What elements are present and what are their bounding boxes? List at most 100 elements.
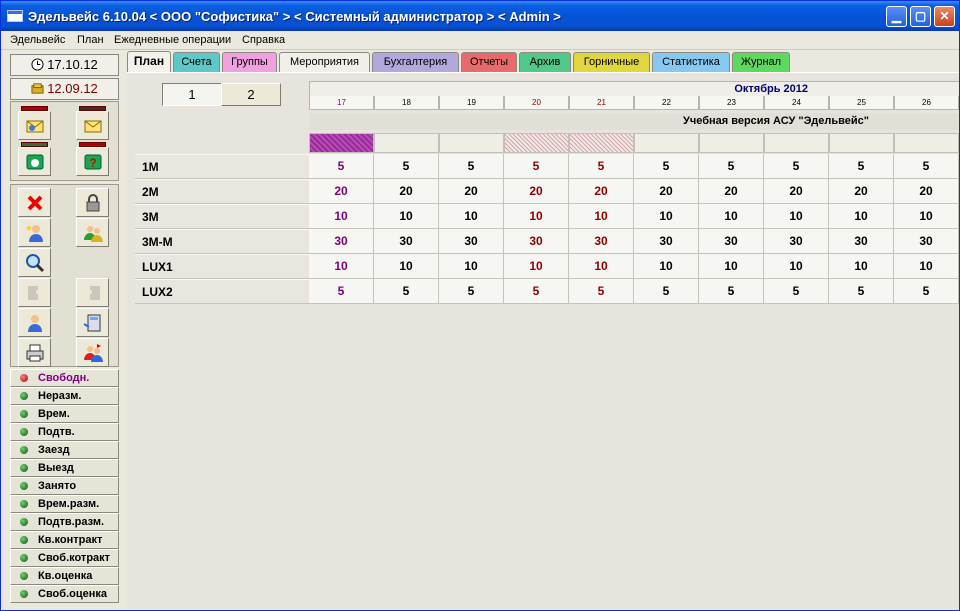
availability-cell[interactable]: 10 [894,204,959,229]
availability-cell[interactable]: 5 [504,154,569,179]
tab-1[interactable]: Счета [173,52,220,72]
maximize-button[interactable]: ▢ [910,6,931,27]
page-2-button[interactable]: 2 [221,83,281,106]
availability-cell[interactable]: 10 [829,254,894,279]
availability-cell[interactable]: 20 [894,179,959,204]
availability-cell[interactable]: 10 [309,204,374,229]
status-item[interactable]: Врем. [10,405,119,423]
room-type-label[interactable]: LUX1 [135,254,309,279]
availability-cell[interactable]: 10 [439,204,504,229]
tab-2[interactable]: Группы [222,52,277,72]
search-button[interactable] [18,248,51,277]
phone-button[interactable] [18,142,51,176]
room-type-label[interactable]: 3M-M [135,229,309,254]
menu-edelweiss[interactable]: Эдельвейс [10,34,65,46]
availability-cell[interactable]: 5 [374,154,439,179]
tab-5[interactable]: Отчеты [461,52,517,72]
availability-cell[interactable]: 10 [699,254,764,279]
occupancy-cell[interactable] [439,133,504,153]
room-type-label[interactable]: LUX2 [135,279,309,304]
delete-button[interactable] [18,188,51,217]
status-item[interactable]: Неразм. [10,387,119,405]
tab-3[interactable]: Мероприятия [279,52,370,72]
availability-cell[interactable]: 30 [504,229,569,254]
menu-daily-operations[interactable]: Ежедневные операции [114,34,231,46]
occupancy-cell[interactable] [569,133,634,153]
inbox-button[interactable] [18,106,51,140]
status-item[interactable]: Заезд [10,441,119,459]
status-item[interactable]: Кв.оценка [10,567,119,585]
occupancy-cell[interactable] [829,133,894,153]
occupancy-cell[interactable] [699,133,764,153]
availability-cell[interactable]: 30 [634,229,699,254]
room-type-label[interactable]: 2M [135,179,309,204]
availability-cell[interactable]: 10 [764,204,829,229]
print-button[interactable] [18,338,51,367]
availability-cell[interactable]: 10 [764,254,829,279]
availability-cell[interactable]: 30 [439,229,504,254]
current-date-button[interactable]: 17.10.12 [10,54,119,76]
tab-0[interactable]: План [127,51,171,73]
availability-cell[interactable]: 20 [569,179,634,204]
availability-cell[interactable]: 5 [699,279,764,304]
occupancy-cell[interactable] [894,133,959,153]
availability-cell[interactable]: 10 [569,254,634,279]
availability-cell[interactable]: 5 [764,279,829,304]
availability-cell[interactable]: 5 [439,279,504,304]
billing-date-button[interactable]: 12.09.12 [10,78,119,100]
close-button[interactable]: ✕ [934,6,955,27]
availability-cell[interactable]: 20 [439,179,504,204]
availability-cell[interactable]: 30 [699,229,764,254]
availability-cell[interactable]: 30 [829,229,894,254]
availability-cell[interactable]: 20 [504,179,569,204]
availability-cell[interactable]: 5 [439,154,504,179]
availability-cell[interactable]: 5 [634,154,699,179]
availability-cell[interactable]: 10 [504,254,569,279]
menu-help[interactable]: Справка [242,34,285,46]
room-type-label[interactable]: 3M [135,204,309,229]
availability-cell[interactable]: 5 [894,279,959,304]
availability-cell[interactable]: 10 [504,204,569,229]
availability-cell[interactable]: 10 [699,204,764,229]
availability-cell[interactable]: 10 [634,254,699,279]
availability-cell[interactable]: 10 [309,254,374,279]
status-item[interactable]: Своб.оценка [10,585,119,603]
tab-9[interactable]: Журнал [732,52,790,72]
menu-plan[interactable]: План [77,34,104,46]
availability-cell[interactable]: 30 [764,229,829,254]
tab-7[interactable]: Горничные [573,52,650,72]
availability-cell[interactable]: 20 [309,179,374,204]
availability-cell[interactable]: 5 [309,154,374,179]
availability-cell[interactable]: 10 [569,204,634,229]
status-item[interactable]: Занято [10,477,119,495]
availability-cell[interactable]: 10 [829,204,894,229]
room-type-label[interactable]: 1M [135,154,309,179]
calculator-button[interactable] [76,308,109,337]
availability-cell[interactable]: 5 [894,154,959,179]
puzzle-left-button[interactable] [18,278,51,307]
availability-cell[interactable]: 5 [374,279,439,304]
status-item[interactable]: Подтв. [10,423,119,441]
page-1-button[interactable]: 1 [162,83,222,106]
availability-cell[interactable]: 5 [829,154,894,179]
occupancy-cell[interactable] [634,133,699,153]
availability-cell[interactable]: 5 [634,279,699,304]
guest-edit-button[interactable] [18,218,51,247]
guest-button[interactable] [18,308,51,337]
availability-cell[interactable]: 5 [569,279,634,304]
status-item[interactable]: Своб.котракт [10,549,119,567]
availability-cell[interactable]: 5 [699,154,764,179]
tab-4[interactable]: Бухгалтерия [372,52,459,72]
availability-cell[interactable]: 5 [504,279,569,304]
occupancy-cell[interactable] [764,133,829,153]
availability-cell[interactable]: 10 [634,204,699,229]
lock-button[interactable] [76,188,109,217]
status-item[interactable]: Кв.контракт [10,531,119,549]
occupancy-cell[interactable] [504,133,569,153]
availability-cell[interactable]: 30 [569,229,634,254]
title-bar[interactable]: Эдельвейс 6.10.04 < ООО "Софистика" > < … [1,1,959,31]
occupancy-cell[interactable] [374,133,439,153]
users-swap-button[interactable] [76,338,109,367]
mail-button[interactable] [76,106,109,140]
availability-cell[interactable]: 20 [374,179,439,204]
